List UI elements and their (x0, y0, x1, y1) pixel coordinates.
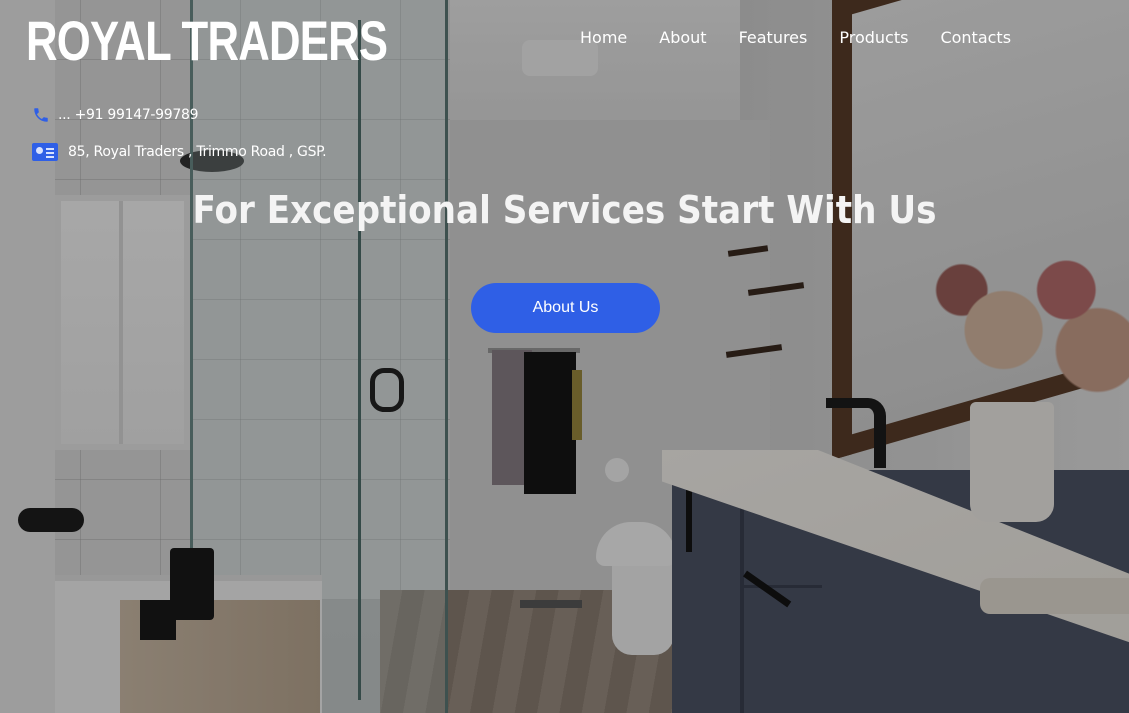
address-info: 85, Royal Traders , Trimmo Road , GSP. (32, 143, 327, 161)
address-text: 85, Royal Traders , Trimmo Road , GSP. (68, 144, 327, 160)
phone-icon (32, 106, 50, 124)
phone-number[interactable]: ... +91 99147-99789 (58, 107, 199, 123)
nav-about[interactable]: About (659, 28, 706, 47)
nav-products[interactable]: Products (839, 28, 908, 47)
brand-logo[interactable]: ROYAL TRADERS (26, 8, 388, 73)
hero-headline: For Exceptional Services Start With Us (192, 188, 937, 232)
nav-features[interactable]: Features (739, 28, 808, 47)
main-nav: Home About Features Products Contacts (580, 28, 1011, 47)
nav-contacts[interactable]: Contacts (940, 28, 1011, 47)
phone-info: ... +91 99147-99789 (32, 106, 199, 124)
about-us-button[interactable]: About Us (471, 283, 660, 333)
nav-home[interactable]: Home (580, 28, 627, 47)
id-card-icon (32, 143, 58, 161)
